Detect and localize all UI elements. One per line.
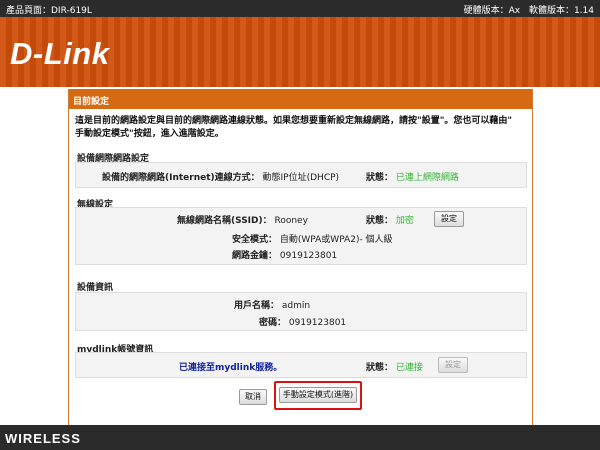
wireless-status-value: 加密 [395,216,414,226]
cancel-button[interactable]: 取消 [239,389,267,405]
intro-text: 這是目前的網路設定與目前的網際網路連線狀態。如果您想要重新設定無線網路，請按"設… [69,109,532,141]
mydlink-setup-button[interactable]: 設定 [438,357,468,373]
internet-status-value: 已連上網際網路 [395,173,459,183]
internet-connection-row: 設備的網際網路(Internet)連線方式： 動態IP位址(DHCP) [102,170,339,183]
intro-line-1: 這是目前的網路設定與目前的網際網路連線狀態。如果您想要重新設定無線網路，請按"設… [75,116,513,126]
username-row: 用戶名稱： admin [234,298,310,311]
username-label: 用戶名稱： [234,301,280,311]
password-value: 0919123801 [288,318,347,328]
security-mode-row: 安全模式： 自動(WPA或WPA2)- 個人級 [232,232,393,245]
header-banner: D-Link [0,17,600,87]
top-bar: 產品頁面：DIR-619L 硬體版本：Ax 軟體版本：1.14 [0,0,600,17]
product-model: 產品頁面：DIR-619L [6,6,92,16]
hardware-version: 硬體版本：Ax [463,6,521,16]
connection-type-label: 設備的網際網路(Internet)連線方式： [102,173,260,183]
version-info: 硬體版本：Ax 軟體版本：1.14 [458,3,594,16]
wireless-section: 無線網路名稱(SSID)： Rooney 狀態： 加密 設定 安全模式： 自動(… [75,207,527,265]
wireless-status-label: 狀態： [366,216,394,226]
network-key-label: 網路金鑰： [232,251,278,261]
panel-title: 目前設定 [69,89,532,109]
network-key-value: 0919123801 [279,251,338,261]
connection-type-value: 動態IP位址(DHCP) [262,173,340,183]
network-key-row: 網路金鑰： 0919123801 [232,248,337,261]
mydlink-connected-link[interactable]: 已連接至mydlink服務。 [179,360,282,373]
username-value: admin [281,301,311,311]
password-label: 密碼： [259,318,287,328]
firmware-version: 軟體版本：1.14 [528,6,594,16]
wireless-setup-button[interactable]: 設定 [434,211,464,227]
device-info-section: 用戶名稱： admin 密碼： 0919123801 [75,292,527,331]
ssid-row: 無線網路名稱(SSID)： Rooney [177,213,308,226]
dlink-logo: D-Link [10,36,110,71]
internet-section: 設備的網際網路(Internet)連線方式： 動態IP位址(DHCP) 狀態： … [75,162,527,188]
mydlink-status-value: 已連接 [395,363,423,373]
internet-status-label: 狀態： [366,173,394,183]
current-settings-panel: 目前設定 這是目前的網路設定與目前的網際網路連線狀態。如果您想要重新設定無線網路… [68,89,533,425]
mydlink-status-row: 狀態： 已連接 [366,360,423,373]
mydlink-section: 已連接至mydlink服務。 狀態： 已連接 設定 [75,352,527,378]
ssid-label: 無線網路名稱(SSID)： [177,216,272,226]
mydlink-status-label: 狀態： [366,363,394,373]
security-mode-value: 自動(WPA或WPA2)- 個人級 [279,235,393,245]
footer-bar: WIRELESS [0,425,600,450]
security-mode-label: 安全模式： [232,235,278,245]
ssid-value: Rooney [274,216,308,226]
footer-wireless-label: WIRELESS [5,431,81,446]
intro-line-2: 手動設定模式"按鈕，進入進階設定。 [75,129,224,139]
wireless-status-row: 狀態： 加密 [366,213,414,226]
internet-status-row: 狀態： 已連上網際網路 [366,170,459,183]
main-content: 目前設定 這是目前的網路設定與目前的網際網路連線狀態。如果您想要重新設定無線網路… [0,87,600,425]
password-row: 密碼： 0919123801 [259,315,346,328]
manual-setup-button[interactable]: 手動設定模式(進階) [279,387,357,403]
